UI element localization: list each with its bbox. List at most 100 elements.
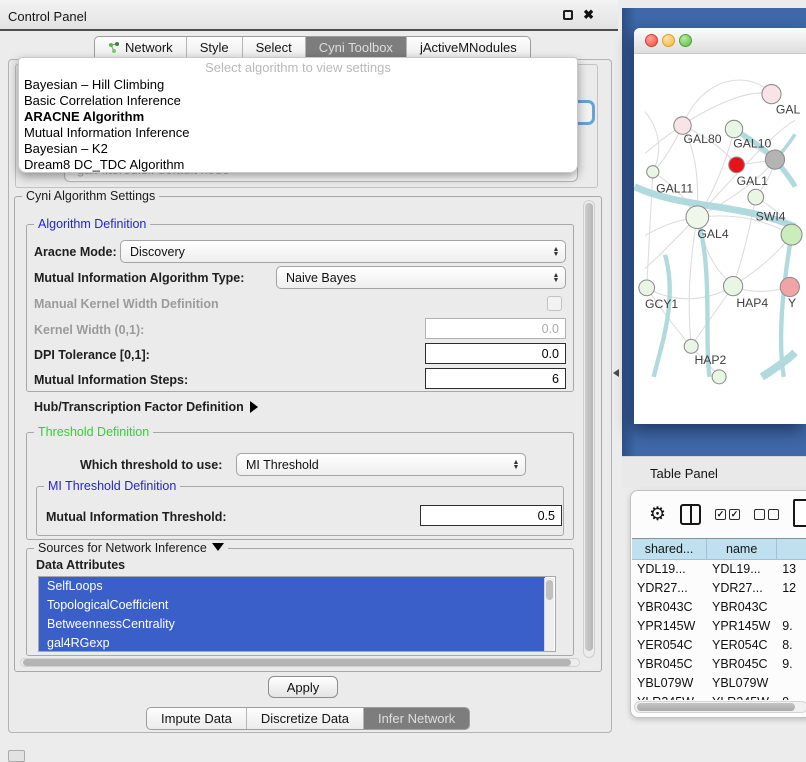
mac-minimize-icon[interactable] [662, 34, 675, 47]
table-panel-card: ⚙ ✓✓ shared...name YDL19...YDL19...13YDR… [630, 490, 806, 718]
column-header[interactable]: shared... [632, 539, 707, 560]
dpi-tolerance-field[interactable]: 0.0 [425, 343, 566, 364]
control-panel-titlebar: Control Panel ✖ [0, 0, 618, 31]
node-hap2[interactable] [684, 339, 698, 353]
which-threshold-label: Which threshold to use: [80, 458, 222, 472]
table-horizontal-scrollbar[interactable] [634, 701, 806, 713]
splitter-collapse-icon[interactable] [613, 369, 619, 377]
node-gcy1[interactable] [639, 280, 655, 296]
node-gray[interactable] [765, 150, 784, 169]
algorithm-option[interactable]: Dream8 DC_TDC Algorithm [19, 157, 577, 173]
tab-style[interactable]: Style [187, 37, 243, 58]
select-all-icon[interactable]: ✓✓ [715, 509, 740, 520]
attribute-list-scrollbar[interactable] [544, 578, 554, 652]
algorithm-option[interactable]: Bayesian – Hill Climbing [19, 77, 577, 93]
table-body: YDL19...YDL19...13YDR27...YDR27...12YBR0… [632, 560, 806, 700]
attribute-item-selected[interactable]: TopologicalCoefficient [39, 596, 545, 615]
new-table-icon[interactable] [793, 499, 806, 527]
attribute-item-selected[interactable]: SelfLoops [39, 577, 545, 596]
algorithm-option[interactable]: Basic Correlation Inference [19, 93, 577, 109]
attribute-item-selected[interactable]: gal4RGexp [39, 634, 545, 652]
table-row[interactable]: YDR27...YDR27...12 [632, 579, 806, 598]
table-cell: 9. [777, 617, 806, 636]
settings-horizontal-scrollbar[interactable] [20, 658, 580, 667]
node-gal10[interactable] [725, 120, 742, 137]
table-row[interactable]: YDL19...YDL19...13 [632, 560, 806, 579]
tab-jactivemnodules[interactable]: jActiveMNodules [407, 37, 530, 58]
table-row[interactable]: YBR043CYBR043C [632, 598, 806, 617]
node-hap4-label: HAP4 [736, 296, 768, 310]
table-row[interactable]: YER054CYER054C8. [632, 636, 806, 655]
tab-select[interactable]: Select [243, 37, 306, 58]
node-swi4-label: SWI4 [756, 210, 786, 224]
data-attributes-list[interactable]: SelfLoopsTopologicalCoefficientBetweenne… [38, 576, 556, 652]
hub-definition-toggle[interactable]: Hub/Transcription Factor Definition [34, 400, 258, 414]
table-row[interactable]: YPR145WYPR145W9. [632, 617, 806, 636]
table-row[interactable]: YBL079WYBL079W [632, 674, 806, 693]
table-cell: 13 [777, 560, 806, 579]
apply-button[interactable]: Apply [268, 676, 338, 698]
table-cell: YBR043C [632, 598, 707, 617]
table-row[interactable]: YLR345WYLR345W9. [632, 693, 806, 700]
node-bottom-partial[interactable] [712, 370, 726, 384]
table-cell: YBR043C [707, 598, 777, 617]
node-gal1[interactable] [748, 189, 764, 205]
column-header[interactable] [777, 539, 806, 560]
float-window-icon[interactable] [563, 10, 573, 20]
network-view-window[interactable]: GALGAL80GAL10GAL1GAL11GAL4SWI4GCY1HAP4YH… [634, 28, 806, 424]
node-swi4[interactable] [781, 224, 802, 245]
settings-vertical-scrollbar[interactable] [583, 200, 595, 658]
sources-legend[interactable]: Sources for Network Inference [34, 541, 228, 555]
control-panel-tabs: NetworkStyle Select Cyni ToolboxjActiveMNo… [94, 36, 531, 59]
mac-close-icon[interactable] [645, 34, 658, 47]
tab-label: Select [256, 40, 292, 55]
tab-cyni-toolbox[interactable]: Cyni Toolbox [306, 37, 407, 58]
node-gal7[interactable] [762, 85, 781, 104]
network-graph: GALGAL80GAL10GAL1GAL11GAL4SWI4GCY1HAP4YH… [634, 54, 806, 424]
network-icon [108, 41, 120, 54]
algorithm-dropdown-popup: Select algorithm to view settings Bayesi… [18, 57, 578, 173]
node-gal4[interactable] [686, 206, 709, 229]
mi-steps-field[interactable]: 6 [425, 368, 566, 389]
mi-threshold-field[interactable]: 0.5 [420, 505, 562, 526]
network-canvas[interactable]: GALGAL80GAL10GAL1GAL11GAL4SWI4GCY1HAP4YH… [634, 54, 806, 424]
columns-icon[interactable] [680, 504, 701, 525]
combo-arrows-icon: ▲▼ [509, 460, 525, 470]
gear-icon[interactable]: ⚙ [649, 505, 666, 524]
bottom-tab-infer-network[interactable]: Infer Network [364, 708, 469, 729]
mac-zoom-icon[interactable] [679, 34, 692, 47]
node-gal11[interactable] [647, 166, 659, 178]
bottom-tab-impute-data[interactable]: Impute Data [147, 708, 247, 729]
algorithm-option[interactable]: Mutual Information Inference [19, 125, 577, 141]
table-cell [777, 674, 806, 693]
node-gal4-label: GAL4 [697, 227, 728, 241]
network-window-titlebar[interactable] [634, 28, 806, 54]
table-cell: YDL19... [707, 560, 777, 579]
algorithm-option[interactable]: ARACNE Algorithm [19, 109, 577, 125]
node-salmon[interactable] [780, 277, 799, 296]
minimized-panel-icon[interactable] [8, 750, 25, 762]
table-cell: 9. [777, 693, 806, 700]
manual-kernel-checkbox[interactable] [547, 296, 562, 311]
node-hap4[interactable] [723, 277, 742, 296]
close-icon[interactable]: ✖ [583, 8, 594, 22]
combo-arrows-icon: ▲▼ [549, 247, 565, 257]
which-threshold-combo[interactable]: MI Threshold ▲▼ [236, 453, 526, 476]
aracne-mode-label: Aracne Mode: [34, 245, 117, 259]
mi-type-combo[interactable]: Naive Bayes ▲▼ [276, 266, 566, 289]
attribute-item-selected[interactable]: BetweennessCentrality [39, 615, 545, 634]
table-cell: YDR27... [707, 579, 777, 598]
algorithm-popup-placeholder: Select algorithm to view settings [19, 60, 577, 77]
table-row[interactable]: YBR045CYBR045C9. [632, 655, 806, 674]
kernel-width-field[interactable]: 0.0 [425, 318, 566, 339]
column-header[interactable]: name [707, 539, 777, 560]
node-gal7-label: GAL [776, 102, 801, 116]
algorithm-option[interactable]: Bayesian – K2 [19, 141, 577, 157]
aracne-mode-combo[interactable]: Discovery ▲▼ [120, 240, 566, 263]
deselect-all-icon[interactable] [754, 509, 779, 520]
node-red[interactable] [729, 157, 745, 173]
node-gcy1-label: GCY1 [645, 297, 678, 311]
tab-network[interactable]: Network [95, 37, 187, 58]
threshold-definition-legend: Threshold Definition [34, 425, 153, 439]
bottom-tab-discretize-data[interactable]: Discretize Data [247, 708, 364, 729]
